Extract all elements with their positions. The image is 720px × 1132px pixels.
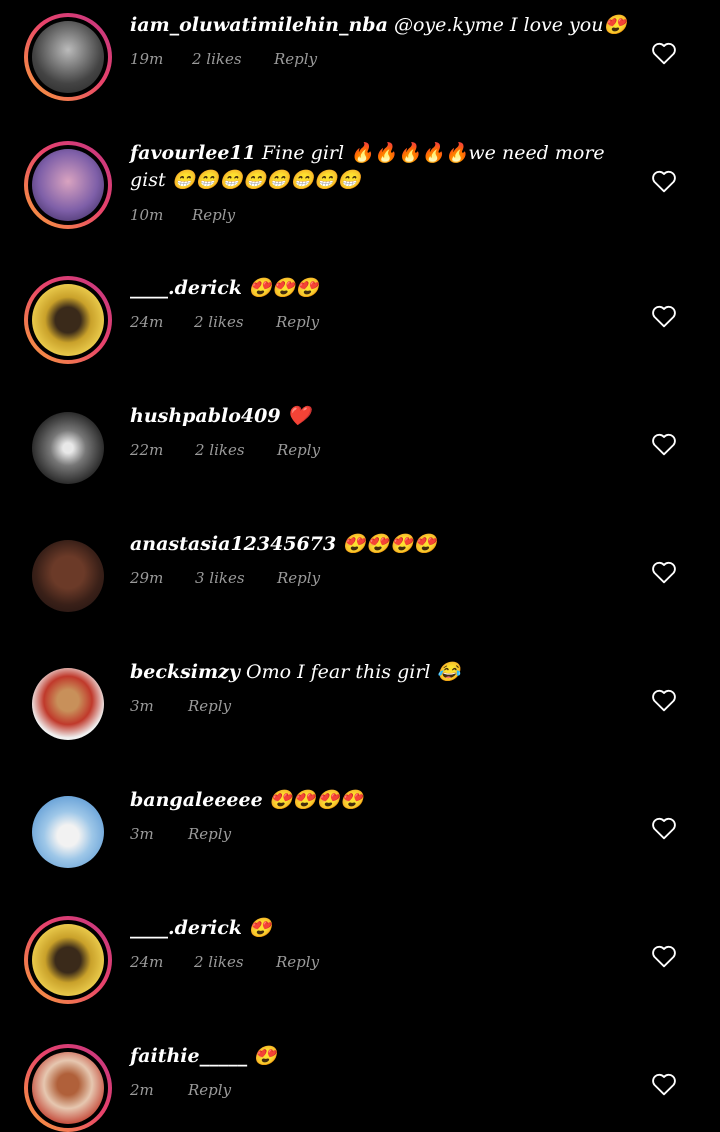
comment-username[interactable]: anastasia12345673 xyxy=(130,533,336,555)
comment-username[interactable]: ____.derick xyxy=(130,917,242,939)
comment-text: bangaleeeee 😍😍😍😍 xyxy=(130,787,630,814)
comment-body: 😍😍😍 xyxy=(248,277,319,299)
comment-text: ____.derick 😍😍😍 xyxy=(130,275,630,302)
comment-text: becksimzy Omo I fear this girl 😂 xyxy=(130,659,630,686)
comment-time: 19m xyxy=(130,50,164,68)
story-ring[interactable] xyxy=(24,1044,112,1132)
comment-username[interactable]: iam_oluwatimilehin_nba xyxy=(130,14,388,36)
heart-icon[interactable] xyxy=(651,304,677,328)
comment-time: 10m xyxy=(130,206,164,224)
comment-likes[interactable]: 2 likes xyxy=(194,953,244,971)
comment-text: faithie_____ 😍 xyxy=(130,1043,630,1070)
comment-likes[interactable]: 2 likes xyxy=(195,441,245,459)
comment-body: 😍 xyxy=(253,1045,277,1067)
reply-button[interactable]: Reply xyxy=(192,206,235,224)
reply-button[interactable]: Reply xyxy=(274,50,317,68)
comment-item: ____.derick 😍😍😍 24m 2 likes Reply xyxy=(0,263,720,383)
story-ring[interactable] xyxy=(24,916,112,1004)
avatar[interactable] xyxy=(32,924,104,996)
comment-username[interactable]: hushpablo409 xyxy=(130,405,281,427)
reply-button[interactable]: Reply xyxy=(276,313,319,331)
comment-body: 😍😍😍😍 xyxy=(342,533,437,555)
avatar[interactable] xyxy=(32,149,104,221)
comment-body: ❤️ xyxy=(286,405,311,427)
reply-button[interactable]: Reply xyxy=(188,825,231,843)
comment-username[interactable]: becksimzy xyxy=(130,661,240,683)
story-ring[interactable] xyxy=(24,276,112,364)
comment-text: ____.derick 😍 xyxy=(130,915,630,942)
comment-likes[interactable]: 2 likes xyxy=(192,50,242,68)
comment-item: faithie_____ 😍 2m Reply xyxy=(0,1031,720,1132)
comment-text: iam_oluwatimilehin_nba @oye.kyme I love … xyxy=(130,12,630,39)
comment-time: 2m xyxy=(130,1081,154,1099)
comment-time: 24m xyxy=(130,313,164,331)
comment-username[interactable]: faithie_____ xyxy=(130,1045,247,1067)
comment-time: 3m xyxy=(130,697,154,715)
comment-username[interactable]: bangaleeeee xyxy=(130,789,263,811)
reply-button[interactable]: Reply xyxy=(277,569,320,587)
story-ring[interactable] xyxy=(24,13,112,101)
story-ring[interactable] xyxy=(24,141,112,229)
heart-icon[interactable] xyxy=(651,169,677,193)
comment-item: becksimzy Omo I fear this girl 😂 3m Repl… xyxy=(0,647,720,767)
avatar[interactable] xyxy=(32,668,104,740)
comment-item: ____.derick 😍 24m 2 likes Reply xyxy=(0,903,720,1023)
heart-icon[interactable] xyxy=(651,1072,677,1096)
avatar[interactable] xyxy=(32,284,104,356)
comment-time: 29m xyxy=(130,569,164,587)
comment-body: 😍 xyxy=(248,917,272,939)
avatar[interactable] xyxy=(32,412,104,484)
avatar[interactable] xyxy=(32,796,104,868)
reply-button[interactable]: Reply xyxy=(276,953,319,971)
heart-icon[interactable] xyxy=(651,688,677,712)
comment-text: anastasia12345673 😍😍😍😍 xyxy=(130,531,630,558)
comment-time: 22m xyxy=(130,441,164,459)
heart-icon[interactable] xyxy=(651,432,677,456)
comment-time: 24m xyxy=(130,953,164,971)
comment-text: hushpablo409 ❤️ xyxy=(130,403,630,430)
comment-likes[interactable]: 2 likes xyxy=(194,313,244,331)
comment-item: hushpablo409 ❤️ 22m 2 likes Reply xyxy=(0,391,720,511)
comment-username[interactable]: ____.derick xyxy=(130,277,242,299)
comment-item: anastasia12345673 😍😍😍😍 29m 3 likes Reply xyxy=(0,519,720,639)
reply-button[interactable]: Reply xyxy=(188,697,231,715)
avatar[interactable] xyxy=(32,1052,104,1124)
avatar[interactable] xyxy=(32,21,104,93)
reply-button[interactable]: Reply xyxy=(277,441,320,459)
comment-body: @oye.kyme I love you😍 xyxy=(393,14,628,36)
heart-icon[interactable] xyxy=(651,41,677,65)
comment-time: 3m xyxy=(130,825,154,843)
comment-text: favourlee11 Fine girl 🔥🔥🔥🔥🔥we need more … xyxy=(130,140,630,194)
comment-item: iam_oluwatimilehin_nba @oye.kyme I love … xyxy=(0,0,720,120)
comment-username[interactable]: favourlee11 xyxy=(130,142,256,164)
comment-item: favourlee11 Fine girl 🔥🔥🔥🔥🔥we need more … xyxy=(0,128,720,268)
heart-icon[interactable] xyxy=(651,560,677,584)
reply-button[interactable]: Reply xyxy=(188,1081,231,1099)
comment-likes[interactable]: 3 likes xyxy=(195,569,245,587)
comment-item: bangaleeeee 😍😍😍😍 3m Reply xyxy=(0,775,720,895)
avatar[interactable] xyxy=(32,540,104,612)
heart-icon[interactable] xyxy=(651,816,677,840)
comment-body: 😍😍😍😍 xyxy=(268,789,364,811)
comment-body: Omo I fear this girl 😂 xyxy=(246,661,461,683)
heart-icon[interactable] xyxy=(651,944,677,968)
